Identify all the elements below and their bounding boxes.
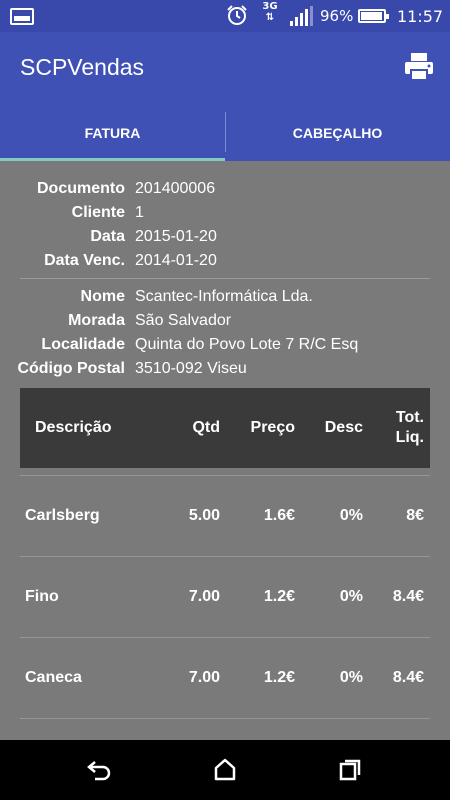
info-value: 2014-01-20 <box>135 252 217 269</box>
print-button[interactable] <box>402 50 436 84</box>
tab-divider <box>225 112 226 152</box>
cell-qtd: 5.00 <box>188 507 220 524</box>
cell-preco: 1.2€ <box>263 588 295 605</box>
cell-preco: 1.6€ <box>263 507 295 524</box>
table-row[interactable]: Carlsberg 5.00 1.6€ 0% 8€ <box>20 476 430 557</box>
tab-cabecalho[interactable]: CABEÇALHO <box>225 104 450 161</box>
table-row[interactable]: Fino 7.00 1.2€ 0% 8.4€ <box>20 557 430 638</box>
divider <box>20 278 430 279</box>
info-row-codigo-postal: Código Postal 3510-092 Viseu <box>0 357 450 381</box>
info-value: 1 <box>135 204 144 221</box>
header-desc: Desc <box>324 419 363 436</box>
info-label: Nome <box>80 288 125 305</box>
network-type: 3G <box>262 1 278 12</box>
info-label: Código Postal <box>17 360 125 377</box>
header-gap <box>20 468 430 476</box>
info-value: Scantec-Informática Lda. <box>135 288 313 305</box>
battery-percent: 96% <box>320 7 354 25</box>
navigation-bar <box>0 740 450 800</box>
info-value: 201400006 <box>135 180 216 197</box>
clock: 11:57 <box>397 7 444 26</box>
tab-fatura[interactable]: FATURA <box>0 104 225 161</box>
home-button[interactable] <box>210 756 240 784</box>
info-label: Data <box>90 228 125 245</box>
print-icon <box>405 53 433 81</box>
recents-button[interactable] <box>335 756 365 784</box>
info-row-morada: Morada São Salvador <box>0 309 450 333</box>
cell-desc: 0% <box>339 669 363 686</box>
info-value: 2015-01-20 <box>135 228 217 245</box>
recents-icon <box>339 759 361 781</box>
info-label: Localidade <box>41 336 125 353</box>
table-row[interactable]: Caneca 7.00 1.2€ 0% 8.4€ <box>20 638 430 719</box>
cell-descricao: Carlsberg <box>25 507 100 524</box>
info-label: Morada <box>68 312 125 329</box>
header-preco: Preço <box>250 419 295 436</box>
info-value: Quinta do Povo Lote 7 R/C Esq <box>135 336 359 353</box>
header-tot-liq: Tot. Liq. <box>363 408 430 448</box>
signal-icon <box>290 6 314 30</box>
data-arrows-icon: ⇅ <box>265 12 275 23</box>
cell-tot-liq: 8€ <box>406 507 424 524</box>
header-qtd: Qtd <box>192 419 220 436</box>
info-row-documento: Documento 201400006 <box>0 177 450 201</box>
battery-icon <box>358 9 389 23</box>
info-row-cliente: Cliente 1 <box>0 201 450 225</box>
table-header: Descrição Qtd Preço Desc Tot. Liq. <box>20 388 430 468</box>
info-value: São Salvador <box>135 312 232 329</box>
info-row-data-venc: Data Venc. 2014-01-20 <box>0 249 450 273</box>
info-label: Data Venc. <box>44 252 125 269</box>
back-button[interactable] <box>85 756 115 784</box>
info-label: Cliente <box>71 204 125 221</box>
app-title: SCPVendas <box>20 54 145 80</box>
header-tot-line1: Tot. <box>395 409 424 426</box>
back-icon <box>87 761 111 781</box>
network-indicator: 3G ⇅ <box>261 1 279 23</box>
status-bar: 3G ⇅ 96% 11:57 <box>0 0 450 32</box>
cell-tot-liq: 8.4€ <box>392 588 424 605</box>
invoice-info: Documento 201400006 Cliente 1 Data 2015-… <box>0 177 450 381</box>
cell-desc: 0% <box>339 588 363 605</box>
cell-descricao: Caneca <box>25 669 82 686</box>
cell-qtd: 7.00 <box>188 669 220 686</box>
items-table: Descrição Qtd Preço Desc Tot. Liq. Carls… <box>20 388 430 719</box>
cell-descricao: Fino <box>25 588 59 605</box>
cell-qtd: 7.00 <box>188 588 220 605</box>
header-tot-line2: Liq. <box>395 429 424 446</box>
info-value: 3510-092 Viseu <box>135 360 247 377</box>
image-icon <box>10 8 34 25</box>
app-bar: SCPVendas <box>0 32 450 104</box>
info-label: Documento <box>37 180 125 197</box>
info-row-data: Data 2015-01-20 <box>0 225 450 249</box>
info-row-localidade: Localidade Quinta do Povo Lote 7 R/C Esq <box>0 333 450 357</box>
home-icon <box>214 758 236 781</box>
cell-desc: 0% <box>339 507 363 524</box>
cell-preco: 1.2€ <box>263 669 295 686</box>
info-row-nome: Nome Scantec-Informática Lda. <box>0 285 450 309</box>
alarm-icon <box>226 4 248 30</box>
cell-tot-liq: 8.4€ <box>392 669 424 686</box>
header-descricao: Descrição <box>35 419 112 436</box>
